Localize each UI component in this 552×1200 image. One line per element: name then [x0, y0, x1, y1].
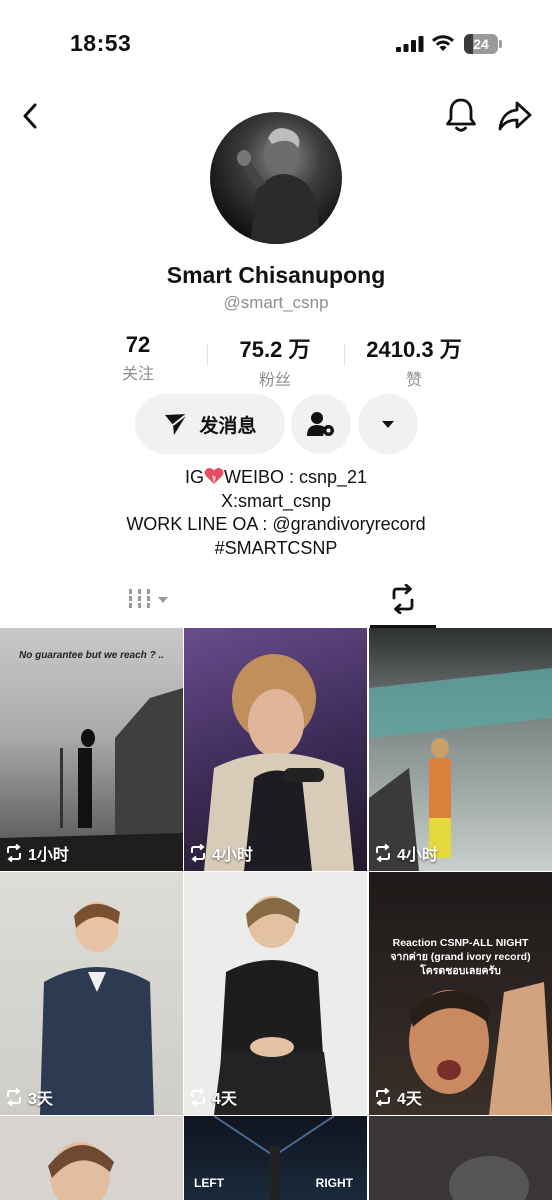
bio-ig-label: IG — [184, 467, 204, 487]
video-time-overlay: 4小时 — [373, 841, 438, 865]
tab-reposts[interactable] — [370, 580, 436, 628]
stat-likes-value: 2410.3 万 — [366, 337, 462, 362]
bio-line-oa: WORK LINE OA : @grandivoryrecord — [126, 514, 426, 534]
repost-icon — [392, 584, 414, 614]
video-left-label: LEFT — [194, 1176, 224, 1190]
video-thumbnail[interactable]: 4小时 — [369, 628, 552, 871]
stat-divider — [207, 344, 208, 366]
video-time: 4小时 — [212, 847, 253, 864]
repost-small-icon — [7, 844, 21, 862]
video-thumbnail[interactable]: 3天 — [0, 872, 183, 1115]
status-time: 18:53 — [70, 30, 132, 56]
video-thumbnail[interactable] — [0, 1116, 183, 1200]
video-thumbnail[interactable] — [369, 1116, 552, 1200]
send-message-label: 发消息 — [199, 415, 257, 437]
tab-works[interactable] — [120, 586, 176, 614]
video-scene — [369, 668, 552, 871]
back-button[interactable] — [14, 98, 46, 134]
follow-settings-button[interactable] — [291, 394, 351, 454]
video-thumbnail[interactable]: LEFT RIGHT — [184, 1116, 367, 1200]
video-time-overlay: 4小时 — [188, 841, 253, 865]
stat-following-label: 关注 — [121, 366, 154, 383]
notification-button[interactable] — [444, 96, 478, 134]
video-scene — [204, 654, 354, 871]
video-right-label: RIGHT — [315, 1176, 353, 1190]
share-button[interactable] — [496, 98, 534, 134]
video-scene — [214, 896, 332, 1115]
bio-hashtag: #SMARTCSNP — [214, 537, 338, 558]
avatar-photo — [237, 128, 322, 244]
stat-divider — [344, 344, 345, 366]
profile-bio: IG WEIBO : csnp_21 X:smart_csnp WORK LINE… — [0, 466, 552, 560]
stat-followers-value: 75.2 万 — [239, 337, 311, 362]
video-caption: Reaction CSNP-ALL NIGHT จากค่าย (grand i… — [390, 937, 531, 977]
chevron-left-icon — [23, 103, 37, 129]
video-thumbnail[interactable]: Reaction CSNP-ALL NIGHT จากค่าย (grand i… — [369, 872, 552, 1115]
video-scene — [0, 688, 183, 871]
columns-icon — [129, 589, 168, 608]
video-scene — [409, 982, 552, 1115]
wifi-icon — [432, 35, 454, 51]
status-bar: 18:53 24 — [0, 0, 552, 90]
stat-likes-label: 赞 — [405, 372, 422, 389]
stat-followers[interactable]: 75.2 万 粉丝 — [220, 332, 330, 390]
video-thumbnail[interactable]: No guarantee but we reach ? .. 1小时 — [0, 628, 183, 871]
repost-small-icon — [376, 1088, 390, 1106]
video-time: 1小时 — [28, 847, 69, 864]
video-thumbnail[interactable]: 4小时 — [184, 628, 367, 871]
battery-indicator: 24 — [464, 34, 502, 54]
stat-followers-label: 粉丝 — [258, 372, 291, 389]
profile-handle: @smart_csnp — [223, 293, 329, 312]
heart-icon — [204, 468, 224, 484]
send-message-button[interactable]: 发消息 — [135, 394, 285, 454]
video-time: 4小时 — [397, 847, 438, 864]
caret-down-icon — [382, 420, 394, 428]
stat-likes[interactable]: 2410.3 万 赞 — [352, 332, 476, 390]
profile-name: Smart Chisanupong — [166, 262, 386, 288]
paper-plane-icon — [165, 413, 189, 435]
video-time: 3天 — [28, 1091, 53, 1108]
user-settings-icon — [307, 412, 334, 436]
bio-x: X:smart_csnp — [220, 490, 332, 511]
share-arrow-icon — [498, 101, 532, 131]
video-time: 4天 — [212, 1091, 237, 1108]
battery-level: 24 — [473, 36, 489, 52]
video-scene — [48, 1142, 114, 1200]
bell-icon — [446, 98, 476, 132]
video-scene — [40, 902, 154, 1115]
avatar[interactable] — [210, 112, 342, 244]
repost-small-icon — [376, 844, 390, 862]
video-thumbnail[interactable]: 4天 — [184, 872, 367, 1115]
video-time: 4天 — [397, 1091, 422, 1108]
video-time-overlay: 3天 — [4, 1085, 53, 1109]
video-scene — [369, 1116, 552, 1200]
repost-small-icon — [191, 1088, 205, 1106]
video-caption: No guarantee but we reach ? .. — [18, 650, 165, 661]
video-time-overlay: 1小时 — [4, 841, 69, 865]
stat-following[interactable]: 72 关注 — [98, 332, 178, 384]
cellular-signal-icon — [396, 36, 424, 52]
more-dropdown-button[interactable] — [358, 394, 418, 454]
bio-weibo: WEIBO : csnp_21 — [223, 467, 368, 487]
video-time-overlay: 4天 — [373, 1085, 422, 1109]
bio-line: IG WEIBO : csnp_21 — [0, 466, 552, 490]
video-time-overlay: 4天 — [188, 1085, 237, 1109]
stat-following-value: 72 — [125, 332, 151, 357]
repost-small-icon — [7, 1088, 21, 1106]
repost-small-icon — [191, 844, 205, 862]
